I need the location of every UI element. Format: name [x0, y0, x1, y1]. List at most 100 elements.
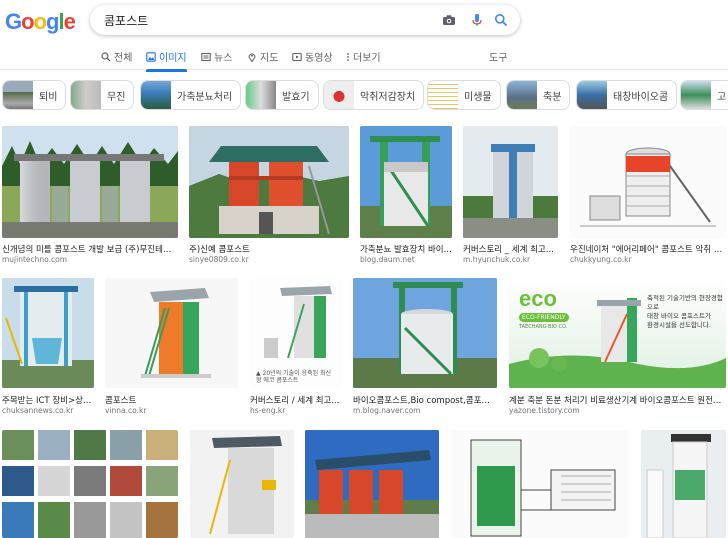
- result-thumbnail[interactable]: ▲ 20년의 기술이 응축된 최신형 에코 콤포스트: [250, 278, 342, 388]
- result-source[interactable]: m.blog.naver.com: [353, 406, 420, 415]
- image-result[interactable]: 우진네이처 "에어리페어" 콤포스트 악취 저... chukkyung.co.…: [570, 126, 726, 264]
- image-result[interactable]: 신개념의 미를 콤포스트 개발 보급 (주)무진테크 ... mujintech…: [2, 126, 178, 264]
- result-thumbnail[interactable]: [463, 126, 558, 238]
- eco-friendly-tag: ECO-FRIENDLY: [519, 313, 569, 322]
- google-logo[interactable]: Google: [5, 9, 76, 35]
- result-title[interactable]: 신개념의 미를 콤포스트 개발 보급 (주)무진테크 ...: [2, 243, 178, 255]
- tower-photo: [463, 126, 558, 238]
- logo-letter: g: [46, 9, 59, 34]
- system-schematic: [451, 430, 629, 538]
- result-source[interactable]: chuksannews.co.kr: [2, 406, 73, 415]
- map-pin-icon: [248, 53, 256, 62]
- image-result[interactable]: 바이오콤포스트,Bio compost,콤포스트,... m.blog.nave…: [353, 278, 497, 416]
- silo-photo: [2, 126, 178, 238]
- result-title[interactable]: 주)신예 콤포스트: [189, 243, 349, 255]
- orange-tower-render: [105, 278, 238, 388]
- result-thumbnail[interactable]: [641, 430, 726, 538]
- image-result[interactable]: [641, 430, 726, 538]
- search-box[interactable]: 콤포스트: [90, 5, 520, 35]
- image-icon: [146, 51, 156, 62]
- result-title[interactable]: 우진네이처 "에어리페어" 콤포스트 악취 저...: [570, 243, 726, 255]
- result-thumbnail[interactable]: [105, 278, 238, 388]
- result-title[interactable]: 커버스토리 _ 세계 최고...: [463, 243, 558, 255]
- more-vert-icon: [347, 52, 349, 61]
- chip-livestock-waste[interactable]: 가축분뇨처리: [140, 80, 242, 110]
- result-thumbnail[interactable]: [2, 126, 178, 238]
- result-thumbnail[interactable]: eco ECO-FRIENDLY TAECHANG BIO CO. 축적된 기술…: [509, 278, 726, 388]
- result-thumbnail[interactable]: [451, 430, 629, 538]
- chip-thumbnail: [324, 81, 354, 109]
- eco-brand-text: eco: [519, 286, 557, 311]
- result-thumbnail[interactable]: [189, 126, 349, 238]
- image-result[interactable]: [451, 430, 629, 538]
- search-icon: [101, 51, 111, 61]
- related-search-chips: 퇴비 무진 가축분뇨처리 발효기 악취저감장치 미생물 축분 태창바이오콤 고: [0, 80, 728, 112]
- result-source[interactable]: hs-eng.kr: [250, 406, 285, 415]
- result-title[interactable]: 커버스토리 / 세계 최고...: [250, 394, 342, 406]
- result-source[interactable]: blog.daum.net: [360, 255, 415, 264]
- result-title[interactable]: 계분 축분 돈분 처리기 비료생산기계 바이오콤포스트 원전기...: [509, 394, 726, 406]
- chip-manure[interactable]: 축분: [506, 80, 571, 110]
- result-title[interactable]: 주목받는 ICT 장비>상일...: [2, 394, 94, 406]
- white-silo-photo: [641, 430, 726, 538]
- search-icon[interactable]: [494, 13, 508, 27]
- image-result[interactable]: [190, 430, 294, 538]
- chip-thumbnail: [3, 81, 33, 109]
- result-thumbnail[interactable]: [360, 126, 452, 238]
- green-tower-photo: [360, 126, 452, 238]
- photo-collage: [2, 430, 178, 538]
- result-source[interactable]: m.hyunchuk.co.kr: [463, 255, 530, 264]
- image-result[interactable]: [2, 430, 178, 538]
- logo-letter: e: [63, 9, 76, 34]
- chip-thumbnail: [577, 81, 607, 109]
- silo-diagram: [570, 126, 726, 238]
- chip-toebi[interactable]: 퇴비: [2, 80, 67, 110]
- chip-more[interactable]: 고: [680, 80, 728, 110]
- result-thumbnail[interactable]: [190, 430, 294, 538]
- chip-fermenter[interactable]: 발효기: [245, 80, 319, 110]
- ict-tower-photo: [2, 278, 94, 388]
- chip-odor-reduction[interactable]: 악취저감장치: [323, 80, 425, 110]
- logo-letter: o: [33, 9, 47, 34]
- tab-videos[interactable]: 동영상: [292, 49, 333, 64]
- tab-news[interactable]: 뉴스: [201, 49, 232, 64]
- logo-letter: o: [21, 9, 34, 34]
- camera-icon[interactable]: [442, 13, 456, 27]
- result-title[interactable]: 가축분뇨 발효장치 바이...: [360, 243, 452, 255]
- result-source[interactable]: yazone.tistory.com: [509, 406, 580, 415]
- result-source[interactable]: vinna.co.kr: [105, 406, 146, 415]
- result-thumbnail[interactable]: [570, 126, 726, 238]
- tab-maps[interactable]: 지도: [247, 49, 278, 64]
- image-result[interactable]: [305, 430, 439, 538]
- image-result[interactable]: eco ECO-FRIENDLY TAECHANG BIO CO. 축적된 기술…: [509, 278, 726, 416]
- tab-all[interactable]: 전체: [101, 49, 132, 64]
- image-result[interactable]: 주목받는 ICT 장비>상일... chuksannews.co.kr: [2, 278, 94, 416]
- image-result[interactable]: 주)신예 콤포스트 sinye0809.co.kr: [189, 126, 349, 264]
- result-thumbnail[interactable]: [2, 278, 94, 388]
- image-result[interactable]: 콤포스트 vinna.co.kr: [105, 278, 238, 416]
- chip-thumbnail: [141, 81, 171, 109]
- tools-button[interactable]: 도구: [489, 49, 507, 64]
- result-title[interactable]: 콤포스트: [105, 394, 238, 406]
- chip-mujin[interactable]: 무진: [70, 80, 135, 110]
- result-title[interactable]: 바이오콤포스트,Bio compost,콤포스트,...: [353, 394, 497, 406]
- image-result[interactable]: ▲ 20년의 기술이 응축된 최신형 에코 콤포스트 커버스토리 / 세계 최고…: [250, 278, 342, 416]
- image-result[interactable]: 가축분뇨 발효장치 바이... blog.daum.net: [360, 126, 452, 264]
- tab-images[interactable]: 이미지: [146, 49, 187, 72]
- bio-compost-photo: [353, 278, 497, 388]
- chip-taechang-biocom[interactable]: 태창바이오콤: [576, 80, 678, 110]
- result-thumbnail[interactable]: [353, 278, 497, 388]
- search-input[interactable]: 콤포스트: [104, 12, 148, 29]
- result-thumbnail[interactable]: [305, 430, 439, 538]
- image-caption: ▲ 20년의 기술이 응축된 최신형 에코 콤포스트: [256, 370, 332, 384]
- result-thumbnail[interactable]: [2, 430, 178, 538]
- result-source[interactable]: sinye0809.co.kr: [189, 255, 249, 264]
- image-result[interactable]: 커버스토리 _ 세계 최고... m.hyunchuk.co.kr: [463, 126, 558, 264]
- result-source[interactable]: chukkyung.co.kr: [570, 255, 632, 264]
- result-source[interactable]: mujintechno.com: [2, 255, 67, 264]
- tab-more[interactable]: 더보기: [346, 49, 381, 64]
- news-icon: [201, 52, 211, 61]
- chip-microbe[interactable]: 미생물: [427, 80, 501, 110]
- chip-thumbnail: [507, 81, 537, 109]
- microphone-icon[interactable]: [470, 13, 484, 27]
